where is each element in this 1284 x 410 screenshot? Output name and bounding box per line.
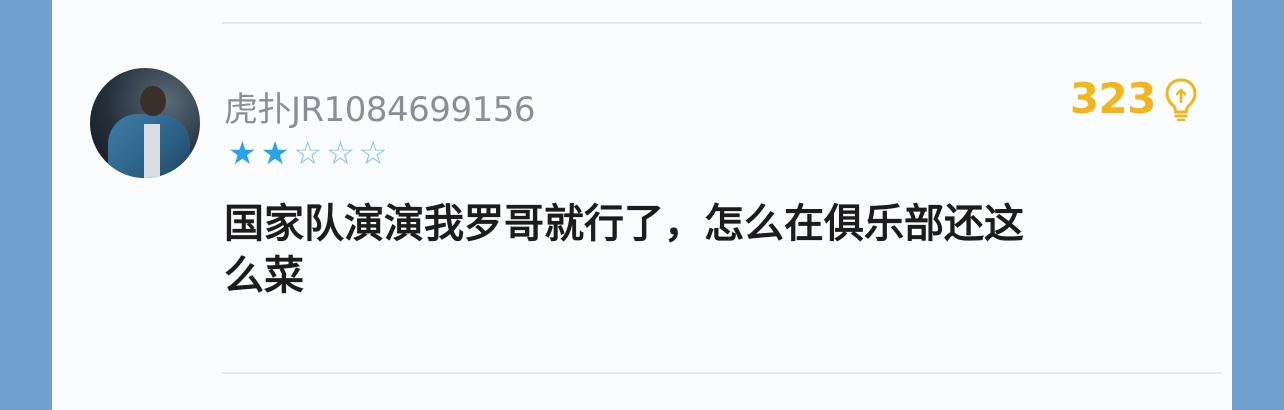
user-avatar[interactable] bbox=[90, 68, 200, 178]
avatar-shirt bbox=[144, 124, 160, 178]
like-count: 323 bbox=[1069, 74, 1157, 123]
comment-item: 虎扑JR1084699156 ★ ★ ☆ ☆ ☆ 323 国家队演演我罗哥就行了… bbox=[52, 0, 1232, 410]
star-filled-icon: ★ bbox=[228, 134, 257, 172]
comment-text-line: 么菜 bbox=[224, 253, 304, 299]
lightbulb-icon bbox=[1165, 78, 1197, 121]
username[interactable]: 虎扑JR1084699156 bbox=[224, 82, 535, 131]
star-outline-icon: ☆ bbox=[326, 134, 355, 172]
comment-card: 虎扑JR1084699156 ★ ★ ☆ ☆ ☆ 323 国家队演演我罗哥就行了… bbox=[52, 0, 1232, 410]
bottom-divider bbox=[222, 372, 1222, 374]
comment-text: 国家队演演我罗哥就行了，怎么在俱乐部还这 么菜 bbox=[224, 198, 1204, 302]
star-outline-icon: ☆ bbox=[293, 134, 323, 172]
like-button[interactable]: 323 bbox=[1070, 74, 1198, 123]
avatar-face bbox=[140, 86, 166, 116]
star-filled-icon: ★ bbox=[260, 134, 290, 172]
rating-stars: ★ ★ ☆ ☆ ☆ bbox=[228, 133, 387, 173]
star-outline-icon: ☆ bbox=[358, 134, 388, 172]
comment-text-line: 国家队演演我罗哥就行了，怎么在俱乐部还这 bbox=[224, 201, 1024, 247]
